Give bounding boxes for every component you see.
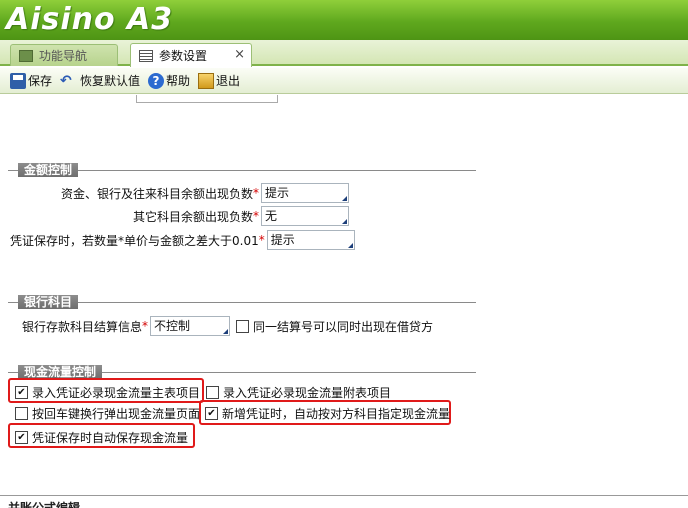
app-banner: Aisino A3: [0, 0, 688, 40]
checkbox-label: 录入凭证必录现金流量主表项目: [32, 385, 201, 400]
save-button[interactable]: 保存: [10, 72, 52, 89]
row-fund-bank-negative: 资金、银行及往来科目余额出现负数 * 提示: [61, 183, 350, 203]
auto-assign-checkbox[interactable]: 新增凭证时，自动按对方科目指定现金流量: [205, 405, 450, 422]
tab-label: 功能导航: [39, 49, 88, 63]
field-label: 其它科目余额出现负数: [133, 209, 254, 224]
row-quantity-price-diff: 凭证保存时，若数量*单价与金额之差大于0.01 * 提示: [10, 230, 355, 250]
required-mark: *: [258, 233, 265, 247]
app-logo: Aisino A3: [6, 2, 174, 37]
enter-popup-checkbox[interactable]: 按回车键换行弹出现金流量页面: [15, 405, 200, 422]
navigation-icon: [19, 49, 33, 62]
help-label: 帮助: [166, 74, 191, 88]
section-divider: [8, 170, 476, 171]
main-item-checkbox[interactable]: 录入凭证必录现金流量主表项目: [15, 384, 200, 401]
checkbox-label: 录入凭证必录现金流量附表项目: [223, 385, 392, 400]
exit-label: 退出: [216, 74, 241, 88]
checkbox-box[interactable]: [205, 406, 218, 420]
checkbox-box[interactable]: [206, 385, 219, 399]
parameter-form: 金额控制 资金、银行及往来科目余额出现负数 * 提示 其它科目余额出现负数 * …: [0, 95, 688, 495]
same-settle-checkbox[interactable]: 同一结算号可以同时出现在借贷方: [236, 318, 433, 335]
other-negative-select[interactable]: 无: [261, 206, 350, 226]
field-label: 银行存款科目结算信息: [22, 319, 143, 334]
checkbox-label: 凭证保存时自动保存现金流量: [32, 430, 189, 445]
checkbox-box[interactable]: [15, 406, 28, 420]
auto-save-checkbox[interactable]: 凭证保存时自动保存现金流量: [15, 429, 188, 446]
save-icon: [10, 72, 26, 89]
row-sub-item: 录入凭证必录现金流量附表项目: [206, 384, 391, 401]
undo-arrow-icon: ↶: [60, 72, 72, 89]
settings-list-icon: [139, 49, 153, 62]
field-label: 凭证保存时，若数量*单价与金额之差大于0.01: [10, 233, 259, 248]
section-cash-flow: 现金流量控制: [8, 365, 476, 379]
restore-label: 恢复默认值: [80, 74, 141, 88]
tab-function-navigation[interactable]: 功能导航: [10, 44, 118, 66]
required-mark: *: [142, 319, 149, 333]
row-other-negative: 其它科目余额出现负数 * 无: [133, 206, 350, 226]
section-divider: [8, 302, 476, 303]
checkbox-label: 同一结算号可以同时出现在借贷方: [253, 319, 434, 334]
row-bank-settle-info: 银行存款科目结算信息 * 不控制 同一结算号可以同时出现在借贷方: [22, 316, 433, 336]
section-title: 并账公式编辑: [8, 501, 81, 508]
toolbar: 保存 ↶ 恢复默认值 ? 帮助 退出: [0, 68, 688, 94]
help-icon: ?: [148, 72, 165, 89]
exit-button[interactable]: 退出: [198, 72, 240, 89]
exit-icon: [198, 72, 215, 89]
sub-item-checkbox[interactable]: 录入凭证必录现金流量附表项目: [206, 384, 391, 401]
restore-defaults-button[interactable]: ↶ 恢复默认值: [60, 72, 140, 89]
checkbox-label: 按回车键换行弹出现金流量页面: [32, 406, 201, 421]
section-title: 金额控制: [18, 163, 79, 177]
checkbox-label: 新增凭证时，自动按对方科目指定现金流量: [222, 406, 451, 421]
fund-bank-negative-select[interactable]: 提示: [261, 183, 350, 203]
clipped-combo[interactable]: [136, 95, 278, 103]
quantity-price-diff-select[interactable]: 提示: [266, 230, 355, 250]
save-label: 保存: [28, 74, 53, 88]
row-auto-save: 凭证保存时自动保存现金流量: [15, 429, 188, 446]
field-label: 资金、银行及往来科目余额出现负数: [61, 186, 254, 201]
row-main-item: 录入凭证必录现金流量主表项目: [15, 384, 200, 401]
required-mark: *: [253, 209, 260, 223]
close-icon[interactable]: ×: [234, 47, 245, 62]
tab-parameter-settings[interactable]: 参数设置 ×: [130, 43, 252, 67]
section-amount-control: 金额控制: [8, 163, 476, 177]
required-mark: *: [253, 186, 260, 200]
section-title: 银行科目: [18, 295, 79, 309]
tab-bar: 功能导航 参数设置 ×: [0, 40, 688, 67]
section-bank-account: 银行科目: [8, 295, 476, 309]
help-button[interactable]: ? 帮助: [148, 72, 190, 89]
row-enter-popup: 按回车键换行弹出现金流量页面: [15, 405, 200, 422]
clipped-section: 并账公式编辑: [0, 495, 688, 508]
bank-settle-select[interactable]: 不控制: [150, 316, 231, 336]
checkbox-box[interactable]: [15, 430, 28, 444]
section-title: 现金流量控制: [18, 365, 103, 379]
tab-label: 参数设置: [159, 49, 208, 63]
checkbox-box[interactable]: [15, 385, 28, 399]
row-auto-assign: 新增凭证时，自动按对方科目指定现金流量: [205, 405, 450, 422]
checkbox-box[interactable]: [236, 319, 250, 333]
